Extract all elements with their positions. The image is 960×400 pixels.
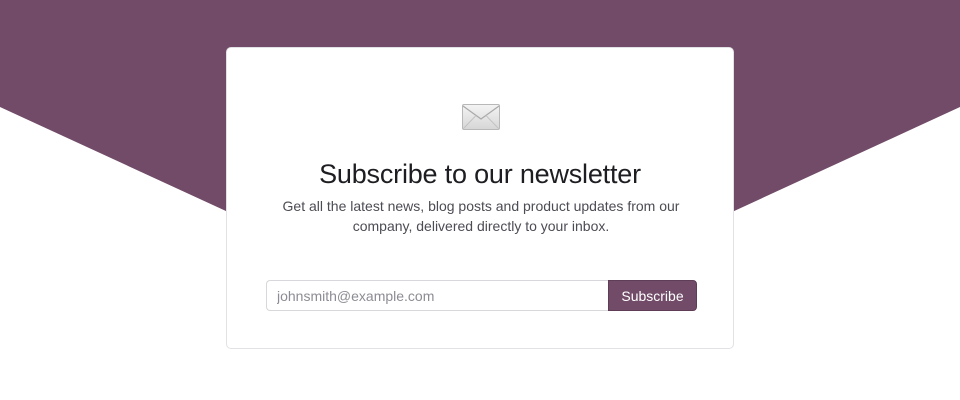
newsletter-card: Subscribe to our newsletter Get all the … <box>226 47 734 349</box>
email-input[interactable] <box>266 280 608 311</box>
envelope-icon <box>462 104 500 130</box>
newsletter-title: Subscribe to our newsletter <box>319 159 641 189</box>
subscribe-button[interactable]: Subscribe <box>608 280 697 311</box>
newsletter-description: Get all the latest news, blog posts and … <box>282 198 680 234</box>
subscribe-form: Subscribe <box>266 280 697 311</box>
